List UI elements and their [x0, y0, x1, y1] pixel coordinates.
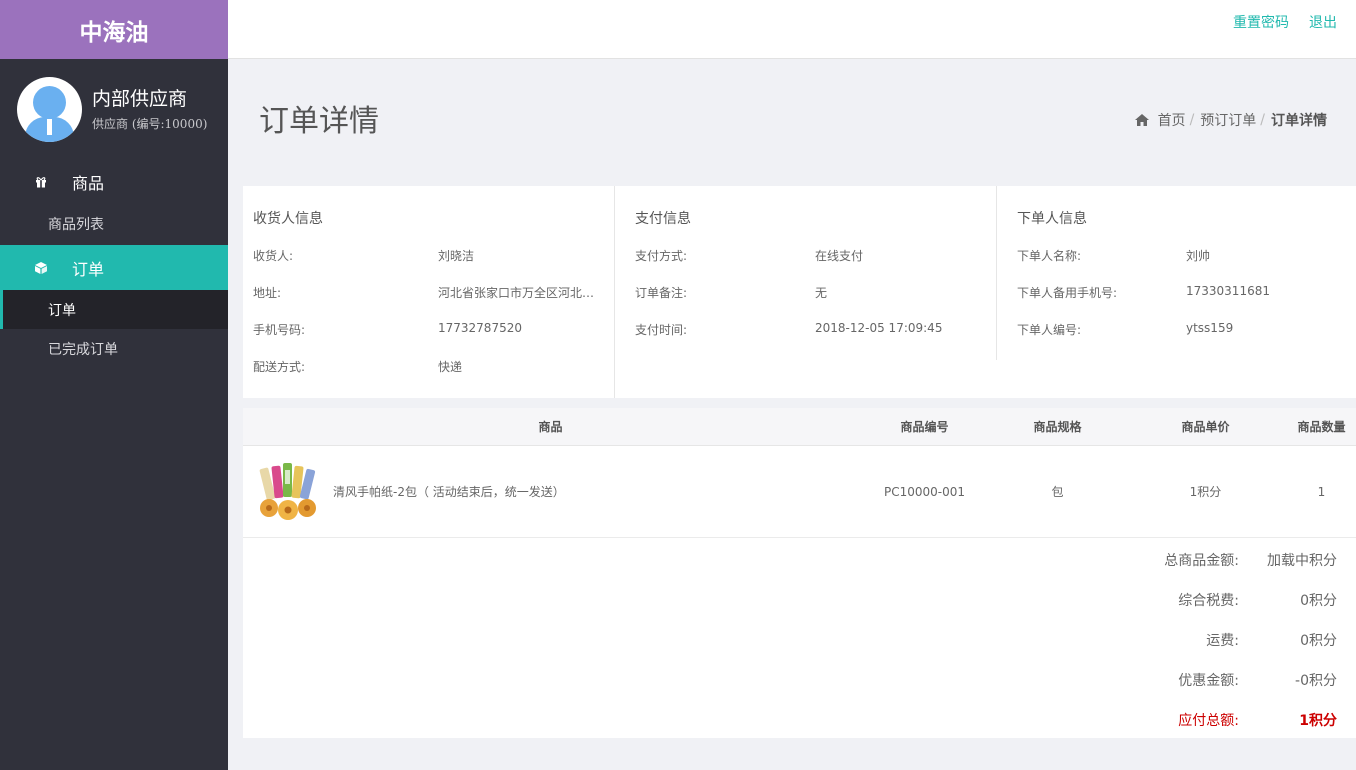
orderer-name-label: 下单人名称:	[1017, 249, 1082, 263]
nav-group-orders-label: 订单	[72, 259, 105, 279]
receiver-phone-label: 手机号码:	[253, 323, 306, 337]
discount-label: 优惠金额:	[1178, 673, 1239, 689]
breadcrumb-home[interactable]: 首页	[1158, 110, 1186, 130]
page-title: 订单详情	[259, 104, 379, 139]
header-qty: 商品数量	[1297, 420, 1346, 434]
orderer-info-title: 下单人信息	[1017, 211, 1087, 227]
tax-amount: 0积分	[1300, 593, 1337, 609]
table-row: 清风手帕纸-2包（ 活动结束后，统一发送） PC10000-001 包 1积分 …	[243, 446, 1356, 538]
payment-info: 支付信息 支付方式: 在线支付 订单备注: 无 支付时间: 2018-12-05 17…	[615, 186, 997, 360]
order-info-panel: 收货人信息 收货人: 刘晓洁 地址: 河北省张家口市万全区河北… 手机号码: 1773…	[243, 186, 1356, 398]
goods-table: 商品 商品编号 商品规格 商品单价 商品数量 清风手帕纸-2包（ 活动结束后，统…	[243, 408, 1356, 738]
profile-sub: 供应商 (编号:10000)	[92, 117, 208, 131]
orderer-id-label: 下单人编号:	[1017, 323, 1082, 337]
logout-link[interactable]: 退出	[1309, 12, 1337, 32]
avatar	[17, 76, 82, 142]
product-name[interactable]: 清风手帕纸-2包（ 活动结束后，统一发送）	[333, 483, 565, 500]
payment-method-label: 支付方式:	[635, 249, 688, 263]
breadcrumb-separator: /	[1189, 112, 1195, 128]
product-qty: 1	[1317, 484, 1326, 499]
nav-item-orders[interactable]: 订单	[0, 290, 228, 329]
header-goods: 商品	[538, 420, 563, 434]
receiver-info-title: 收货人信息	[253, 211, 323, 227]
discount-amount: -0积分	[1295, 673, 1337, 689]
nav-item-completed-orders[interactable]: 已完成订单	[0, 329, 228, 368]
delivery-method: 快递	[438, 360, 463, 374]
shipping-amount: 0积分	[1300, 633, 1337, 649]
breadcrumb-preorder[interactable]: 预订订单	[1200, 110, 1256, 130]
delivery-method-label: 配送方式:	[253, 360, 306, 374]
brand-logo[interactable]: 中海油	[0, 0, 228, 59]
header-code: 商品编号	[900, 420, 949, 434]
breadcrumb-separator: /	[1260, 112, 1265, 128]
breadcrumb-current: 订单详情	[1271, 113, 1327, 129]
tax-label: 综合税费:	[1178, 593, 1239, 609]
payment-info-title: 支付信息	[635, 211, 691, 227]
total-goods-amount: 加载中积分	[1267, 553, 1337, 569]
product-price: 1积分	[1189, 485, 1222, 499]
orderer-name: 刘帅	[1186, 249, 1211, 263]
payment-time-label: 支付时间:	[635, 323, 688, 337]
receiver-phone: 17732787520	[438, 321, 522, 335]
total-goods-label: 总商品金额:	[1164, 553, 1239, 569]
topbar: 重置密码 退出	[228, 0, 1356, 59]
order-note: 无	[815, 286, 828, 300]
reset-password-link[interactable]: 重置密码	[1233, 12, 1289, 32]
nav-group-orders[interactable]: 订单	[0, 245, 228, 290]
receiver-address: 河北省张家口市万全区河北…	[438, 286, 595, 300]
receiver-info: 收货人信息 收货人: 刘晓洁 地址: 河北省张家口市万全区河北… 手机号码: 1773…	[243, 186, 615, 398]
shipping-label: 运费:	[1206, 633, 1239, 649]
orderer-phone-label: 下单人备用手机号:	[1017, 286, 1118, 300]
nav-group-goods-label: 商品	[72, 173, 105, 193]
receiver-name-label: 收货人:	[253, 249, 294, 263]
payment-time: 2018-12-05 17:09:45	[815, 321, 943, 335]
gift-icon	[34, 175, 48, 189]
payable-amount: 1积分	[1299, 713, 1337, 729]
orderer-info: 下单人信息 下单人名称: 刘帅 下单人备用手机号: 17330311681 下单人编…	[997, 186, 1356, 398]
receiver-address-label: 地址:	[253, 286, 282, 300]
breadcrumb: 首页 / 预订订单 / 订单详情	[1134, 110, 1327, 130]
payment-method: 在线支付	[815, 249, 864, 263]
order-note-label: 订单备注:	[635, 286, 688, 300]
nav-item-goods-list[interactable]: 商品列表	[0, 204, 228, 243]
orderer-id: ytss159	[1186, 321, 1234, 335]
profile-name: 内部供应商	[92, 88, 188, 110]
header-price: 商品单价	[1181, 420, 1230, 434]
product-code: PC10000-001	[883, 484, 966, 499]
order-summary: 总商品金额: 加载中积分 综合税费: 0积分 运费: 0积分 优惠金额: -0积分 应付…	[243, 538, 1356, 740]
sidebar: 中海油 内部供应商 供应商 (编号:10000) 商品 商品列表 订单 订单 已…	[0, 0, 228, 770]
home-icon	[1134, 114, 1149, 126]
product-spec: 包	[1051, 485, 1064, 499]
cube-icon	[34, 261, 48, 275]
product-thumbnail[interactable]	[257, 460, 319, 524]
user-profile: 内部供应商 供应商 (编号:10000)	[0, 59, 228, 159]
receiver-name: 刘晓洁	[438, 249, 475, 263]
table-header: 商品 商品编号 商品规格 商品单价 商品数量	[243, 408, 1356, 446]
header-spec: 商品规格	[1033, 420, 1082, 434]
orderer-phone: 17330311681	[1186, 284, 1270, 298]
nav-group-goods[interactable]: 商品	[0, 159, 228, 204]
payable-label: 应付总额:	[1178, 713, 1239, 729]
